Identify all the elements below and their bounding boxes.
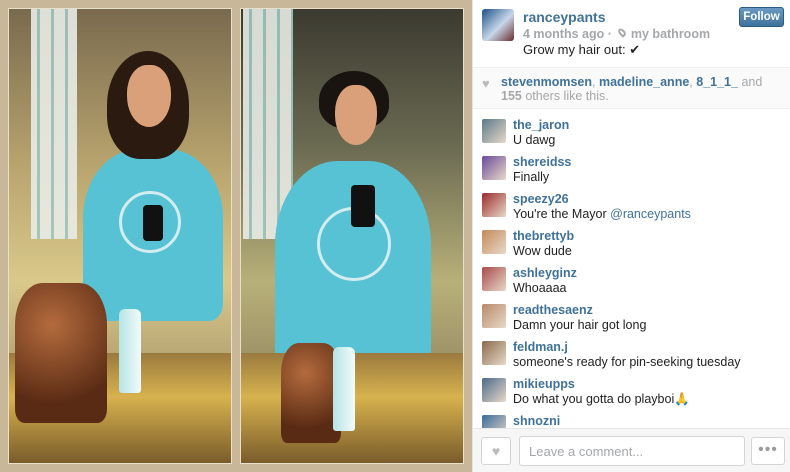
- comment-text: You're the Mayor @ranceypants: [513, 207, 691, 221]
- commenter-avatar[interactable]: [482, 304, 506, 328]
- spray-bottle: [119, 309, 141, 393]
- post-sidebar: ranceypants 4 months ago · my bathroom G…: [472, 0, 790, 472]
- photo-panel-after: [240, 8, 464, 464]
- mention-link[interactable]: @ranceypants: [610, 207, 691, 221]
- post-caption: Grow my hair out: ✔: [523, 42, 641, 57]
- commenter-username[interactable]: mikieupps: [513, 369, 790, 391]
- comment-text: Damn your hair got long: [513, 318, 647, 332]
- comment-text: someone's ready for pin-seeking tuesday: [513, 355, 741, 369]
- owner-avatar[interactable]: [482, 9, 514, 41]
- comment-footer: ♥ •••: [473, 428, 790, 472]
- comment-item: ashleyginz Whoaaaa: [482, 258, 790, 295]
- commenter-username[interactable]: the_jaron: [513, 110, 790, 132]
- comment-item: shnozni: [482, 406, 790, 428]
- likes-count[interactable]: 155: [501, 89, 522, 103]
- commenter-avatar[interactable]: [482, 119, 506, 143]
- spray-bottle: [333, 347, 355, 431]
- comment-item: readthesaenz Damn your hair got long: [482, 295, 790, 332]
- likes-and: and: [741, 75, 763, 89]
- post-location[interactable]: my bathroom: [631, 27, 710, 41]
- bronze-statue: [15, 283, 107, 423]
- heart-icon: ♥: [482, 76, 490, 91]
- post-meta: 4 months ago · my bathroom: [523, 27, 710, 41]
- photo-panel-before: [8, 8, 232, 464]
- comment-text: Finally: [513, 170, 550, 184]
- heart-icon: ♥: [491, 443, 501, 459]
- commenter-username[interactable]: ashleyginz: [513, 258, 790, 280]
- follow-button[interactable]: Follow: [739, 7, 784, 27]
- commenter-username[interactable]: speezy26: [513, 184, 790, 206]
- post-time: 4 months ago: [523, 27, 605, 41]
- comment-item: mikieupps Do what you gotta do playboi🙏: [482, 369, 790, 406]
- commenter-avatar[interactable]: [482, 230, 506, 254]
- commenter-username[interactable]: shnozni: [513, 406, 790, 428]
- bronze-statue: [281, 343, 341, 443]
- commenter-username[interactable]: shereidss: [513, 147, 790, 169]
- post-photo[interactable]: [0, 0, 472, 472]
- commenter-avatar[interactable]: [482, 378, 506, 402]
- ellipsis-icon: •••: [758, 441, 778, 458]
- commenter-avatar[interactable]: [482, 267, 506, 291]
- comment-input[interactable]: [519, 436, 745, 466]
- comment-text: U dawg: [513, 133, 556, 147]
- post-header: ranceypants 4 months ago · my bathroom G…: [473, 0, 790, 67]
- commenter-avatar[interactable]: [482, 193, 506, 217]
- shower-curtain: [31, 9, 77, 239]
- liker-link[interactable]: 8_1_1_: [696, 75, 738, 89]
- commenter-username[interactable]: thebrettyb: [513, 221, 790, 243]
- comment-item: speezy26 You're the Mayor @ranceypants: [482, 184, 790, 221]
- commenter-username[interactable]: feldman.j: [513, 332, 790, 354]
- phone: [351, 185, 375, 227]
- comment-text: Do what you gotta do playboi🙏: [513, 392, 690, 406]
- phone: [143, 205, 163, 241]
- commenter-avatar[interactable]: [482, 415, 506, 428]
- comment-item: feldman.j someone's ready for pin-seekin…: [482, 332, 790, 369]
- comment-text: Whoaaaa: [513, 281, 567, 295]
- likes-others-text: others like this.: [525, 89, 609, 103]
- comment-item: the_jaron U dawg: [482, 110, 790, 147]
- comment-item: shereidss Finally: [482, 147, 790, 184]
- comment-list[interactable]: the_jaron U dawg shereidss Finally speez…: [473, 110, 790, 428]
- comment-item: thebrettyb Wow dude: [482, 221, 790, 258]
- location-pin-icon: [617, 27, 628, 38]
- likes-summary: ♥ stevenmomsen, madeline_anne, 8_1_1_ an…: [473, 67, 790, 109]
- like-button[interactable]: ♥: [481, 437, 511, 465]
- commenter-username[interactable]: readthesaenz: [513, 295, 790, 317]
- liker-link[interactable]: stevenmomsen: [501, 75, 592, 89]
- commenter-avatar[interactable]: [482, 341, 506, 365]
- comment-text: Wow dude: [513, 244, 572, 258]
- commenter-avatar[interactable]: [482, 156, 506, 180]
- liker-link[interactable]: madeline_anne: [599, 75, 689, 89]
- owner-username[interactable]: ranceypants: [523, 9, 605, 25]
- more-options-button[interactable]: •••: [751, 437, 785, 465]
- meta-separator: ·: [607, 27, 612, 41]
